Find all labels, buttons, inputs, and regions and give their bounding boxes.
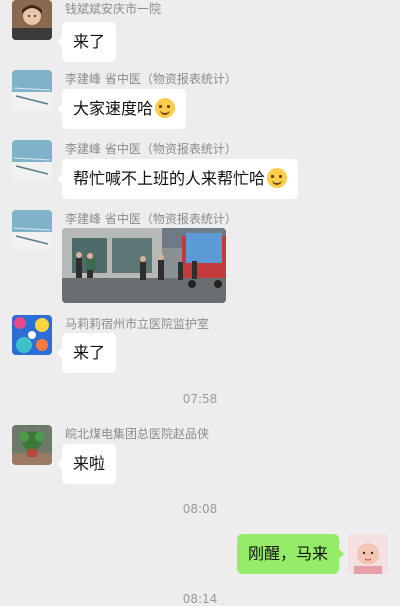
timestamp: 07:58 (182, 392, 218, 406)
message-bubble[interactable]: 大家速度哈 (56, 89, 187, 129)
smiling-face-icon (155, 98, 176, 118)
sender-name: 钱斌斌安庆市一院 (65, 2, 162, 16)
timestamp: 08:14 (182, 592, 218, 606)
sky-landscape-avatar[interactable] (12, 210, 52, 250)
message-bubble[interactable]: 帮忙喊不上班的人来帮忙哈 (56, 159, 299, 199)
sky-landscape-avatar[interactable] (12, 70, 52, 110)
child-portrait-avatar[interactable] (12, 0, 52, 40)
message-bubble[interactable]: 来啦 (56, 444, 117, 484)
message-text: 帮忙喊不上班的人来帮忙哈 (73, 169, 266, 188)
colorful-artwork-avatar[interactable] (12, 315, 52, 355)
timestamp: 08:08 (182, 502, 218, 516)
message-text: 大家速度哈 (73, 99, 154, 118)
sender-name: 皖北煤电集团总医院赵品侠 (65, 427, 210, 441)
sender-name: 李建峰 省中医（物资报表统计） (65, 72, 237, 86)
message-bubble[interactable]: 来了 (56, 333, 117, 373)
sender-name: 李建峰 省中医（物资报表统计） (65, 142, 237, 156)
sender-name: 李建峰 省中医（物资报表统计） (65, 212, 237, 226)
potted-plant-avatar[interactable] (12, 425, 52, 465)
smiling-face-icon (267, 168, 288, 188)
sky-landscape-avatar[interactable] (12, 140, 52, 180)
baby-avatar[interactable] (348, 534, 388, 574)
self-message-bubble[interactable]: 刚醒，马来 (236, 534, 345, 574)
message-bubble[interactable]: 来了 (56, 22, 117, 62)
truck-unloading-photo[interactable] (62, 228, 226, 303)
sender-name: 马莉莉宿州市立医院监护室 (65, 317, 210, 331)
